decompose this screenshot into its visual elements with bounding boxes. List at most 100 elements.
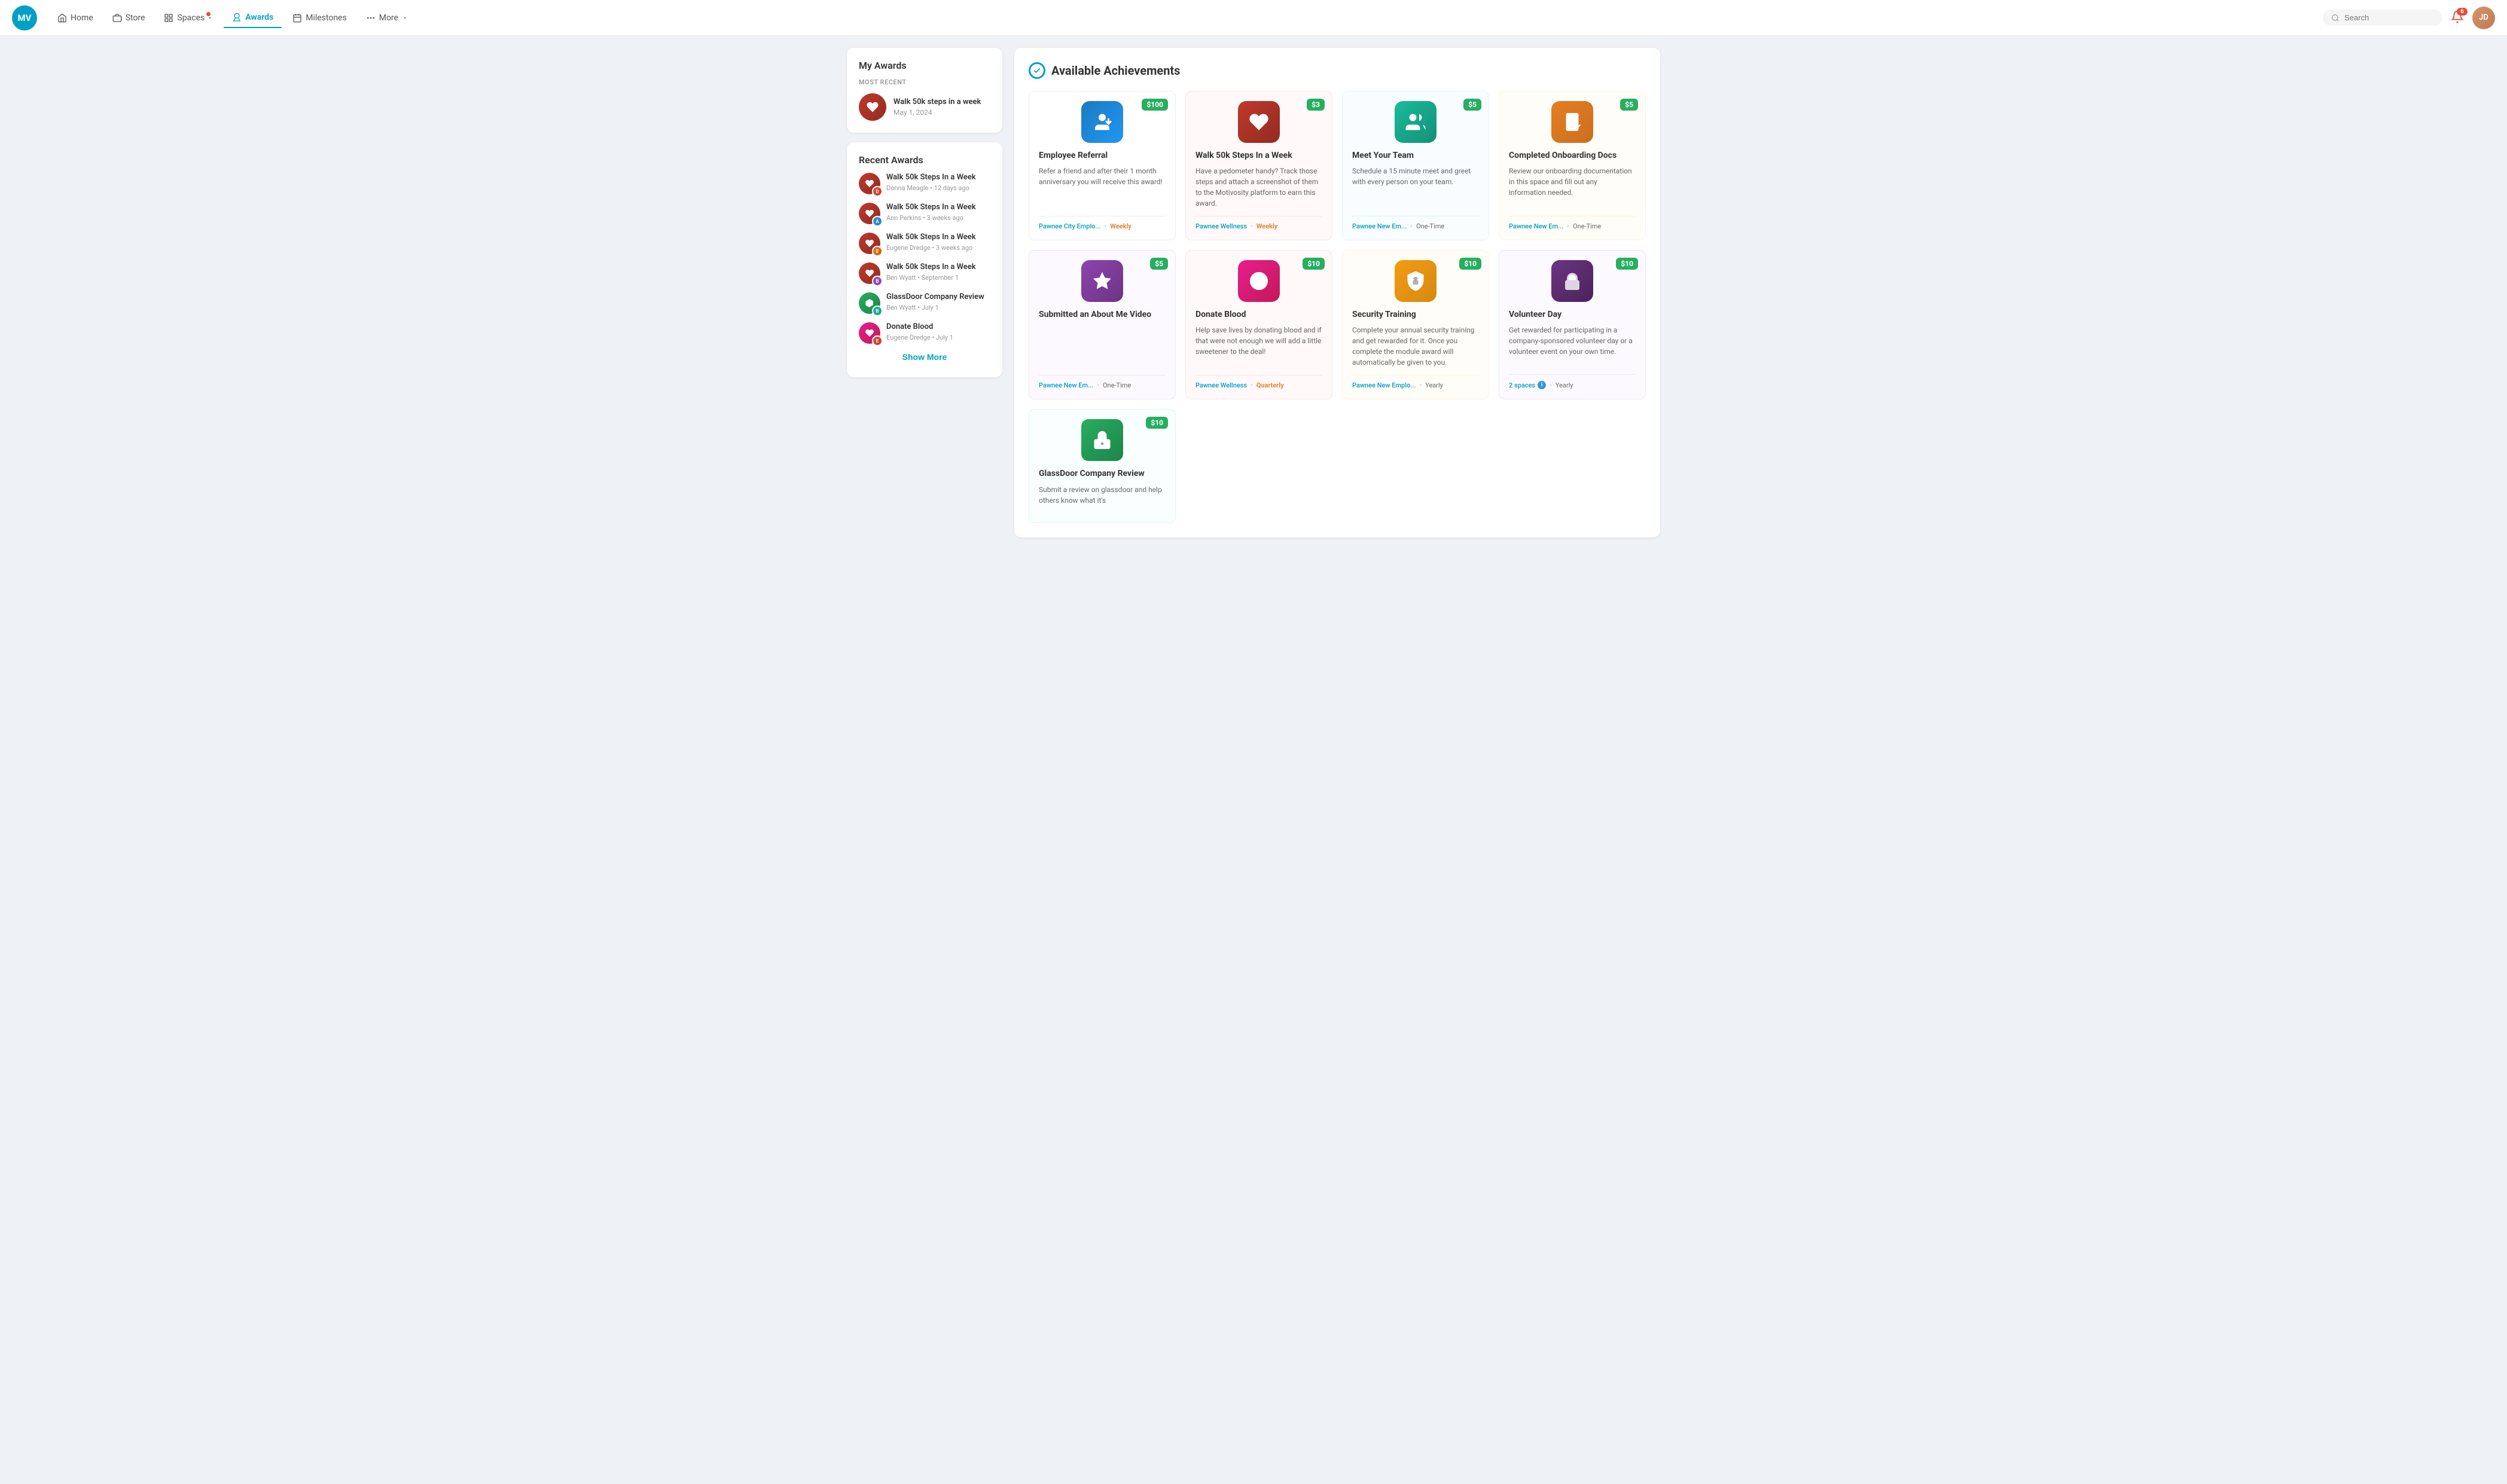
most-recent-info: Walk 50k steps in a week May 1, 2024 [893,97,981,117]
award-icon-onboarding [1551,101,1593,143]
price-badge: $5 [1620,99,1638,111]
achievement-desc: Have a pedometer handy? Track those step… [1195,166,1322,209]
achievement-title: Donate Blood [1195,309,1322,320]
award-icon-walk50k [1238,101,1280,143]
award-icon: D [859,173,880,194]
price-badge: $3 [1307,99,1325,111]
achievement-card-volunteer-day[interactable]: $10 Volunteer Day Get rewarded for parti… [1499,250,1646,399]
achievement-title: Security Training [1352,309,1479,320]
search-bar[interactable] [2323,10,2442,26]
achievement-title: Employee Referral [1039,150,1166,161]
award-icon: A [859,203,880,224]
achievement-company: Pawnee New Em... [1039,381,1093,389]
achievement-footer: Pawnee New Emplo... • Yearly [1352,375,1479,389]
check-circle-icon [1029,62,1045,79]
recent-item-text: Walk 50k Steps In a Week Eugene Dredge •… [886,233,976,252]
achievement-desc: Review our onboarding documentation in t… [1509,166,1636,209]
recent-item-text: GlassDoor Company Review Ben Wyatt • Jul… [886,292,984,312]
list-item: E Walk 50k Steps In a Week Eugene Dredge… [859,233,990,254]
user-thumb: E [872,335,883,346]
award-icon: E [859,322,880,344]
award-icon-meet-team [1395,101,1437,143]
achievement-title: GlassDoor Company Review [1039,468,1166,479]
show-more-button[interactable]: Show More [859,349,990,365]
main-content: Available Achievements $100 Employee Ref… [1014,48,1660,538]
achievement-frequency: One-Time [1103,381,1131,389]
price-badge: $10 [1459,258,1481,270]
nav-more[interactable]: More [358,8,416,28]
sidebar: My Awards MOST RECENT Walk 50k steps in … [847,48,1002,538]
achievement-card-employee-referral[interactable]: $100 Employee Referral Refer a friend an… [1029,91,1176,240]
spaces-info: 2 spaces i [1509,381,1546,389]
price-badge: $10 [1616,258,1638,270]
achievement-footer: Pawnee New Em... • One-Time [1509,216,1636,230]
achievement-frequency: One-Time [1573,222,1601,230]
list-item: A Walk 50k Steps In a Week Ann Perkins •… [859,203,990,224]
achievement-company: 2 spaces [1509,381,1535,389]
achievement-card-onboarding[interactable]: $5 Completed Onboarding Docs Review our … [1499,91,1646,240]
list-item: B GlassDoor Company Review Ben Wyatt • J… [859,292,990,314]
logo[interactable]: MV [12,5,37,30]
achievements-title: Available Achievements [1051,63,1180,78]
award-icon: B [859,292,880,314]
recent-awards-card: Recent Awards D Walk 50k Steps In a Week… [847,142,1002,377]
nav-spaces[interactable]: Spaces [155,8,221,28]
achievement-company: Pawnee New Emplo... [1352,381,1416,389]
award-icon-security-training [1395,260,1437,302]
achievement-desc: Complete your annual security training a… [1352,325,1479,368]
recent-item-text: Walk 50k Steps In a Week Ann Perkins • 3… [886,203,976,222]
user-thumb: D [872,186,883,197]
price-badge: $5 [1463,99,1481,111]
notification-count: 6 [2457,8,2468,16]
price-badge: $10 [1146,417,1168,429]
achievement-frequency: Weekly [1256,222,1277,230]
nav-store[interactable]: Store [104,8,154,28]
price-badge: $5 [1150,258,1168,270]
achievement-desc: Get rewarded for participating in a comp… [1509,325,1636,367]
search-input[interactable] [2344,13,2434,22]
nav-home[interactable]: Home [49,8,102,28]
list-item: D Walk 50k Steps In a Week Donna Meagle … [859,173,990,194]
nav-awards[interactable]: Awards [224,8,282,28]
notification-bell[interactable]: 6 [2451,10,2464,26]
achievement-card-security-training[interactable]: $10 Security Training Complete your annu… [1342,250,1489,399]
achievement-card-donate-blood[interactable]: $10 Donate Blood Help save lives by dona… [1185,250,1332,399]
info-icon: i [1538,381,1546,389]
award-icon-donate-blood [1238,260,1280,302]
achievements-grid: $100 Employee Referral Refer a friend an… [1029,91,1646,523]
achievements-card: Available Achievements $100 Employee Ref… [1014,48,1660,538]
most-recent-badge [859,93,886,121]
award-icon-employee-referral [1081,101,1123,143]
achievement-frequency: Yearly [1556,381,1573,389]
achievement-card-meet-team[interactable]: $5 Meet Your Team Schedule a 15 minute m… [1342,91,1489,240]
recent-item-text: Walk 50k Steps In a Week Ben Wyatt • Sep… [886,262,976,282]
user-thumb: B [872,306,883,316]
achievement-title: Completed Onboarding Docs [1509,150,1636,161]
price-badge: $100 [1142,99,1168,111]
achievement-frequency: Quarterly [1256,381,1284,389]
achievement-title: Walk 50k Steps In a Week [1195,150,1322,161]
award-icon: B [859,262,880,284]
achievement-company: Pawnee Wellness [1195,381,1247,389]
price-badge: $10 [1303,258,1325,270]
user-thumb: E [872,246,883,257]
achievement-company: Pawnee City Emplo... [1039,222,1101,230]
heart-icon [866,100,879,114]
nav-milestones[interactable]: Milestones [284,8,355,28]
achievement-card-walk50k[interactable]: $3 Walk 50k Steps In a Week Have a pedom… [1185,91,1332,240]
achievement-frequency: Yearly [1425,381,1443,389]
award-icon: E [859,233,880,254]
most-recent-name: Walk 50k steps in a week [893,97,981,108]
achievement-card-about-me[interactable]: $5 Submitted an About Me Video Pawnee Ne… [1029,250,1176,399]
most-recent-item: Walk 50k steps in a week May 1, 2024 [859,93,990,121]
my-awards-title: My Awards [859,60,990,71]
nav-right: 6 JD [2323,7,2495,29]
navbar: MV Home Store Spaces Awards Milestones M… [0,0,2507,36]
my-awards-card: My Awards MOST RECENT Walk 50k steps in … [847,48,1002,133]
achievement-desc: Submit a review on glassdoor and help ot… [1039,484,1166,506]
list-item: B Walk 50k Steps In a Week Ben Wyatt • S… [859,262,990,284]
avatar[interactable]: JD [2472,7,2495,29]
achievement-card-glassdoor[interactable]: $10 GlassDoor Company Review Submit a re… [1029,409,1176,523]
list-item: E Donate Blood Eugene Dredge • July 1 [859,322,990,344]
search-icon [2331,14,2340,22]
